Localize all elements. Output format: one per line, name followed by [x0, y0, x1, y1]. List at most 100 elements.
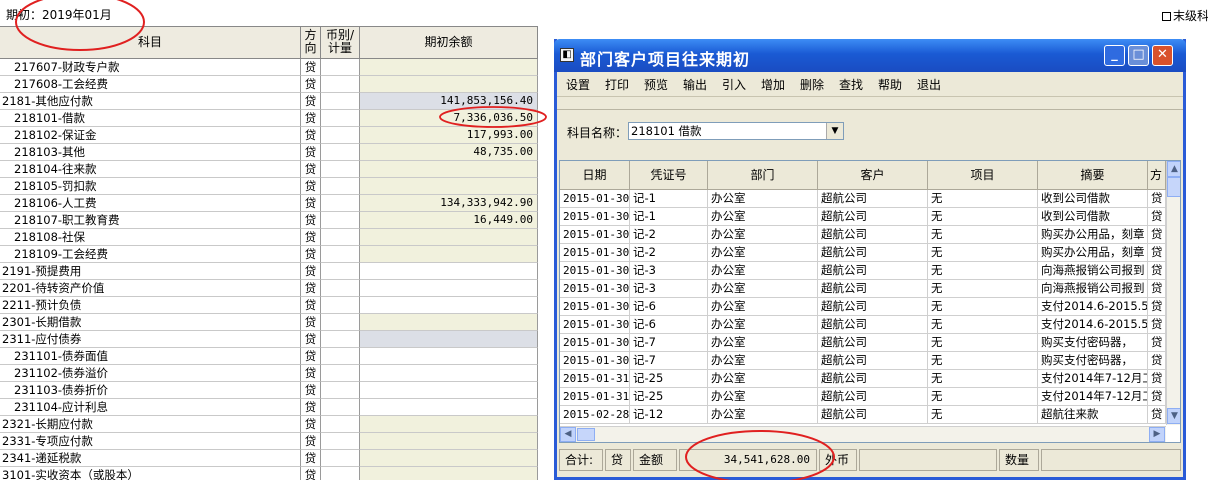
checkbox-box[interactable] [1162, 12, 1171, 21]
grid-cell-voucher[interactable]: 记-12 [630, 406, 708, 424]
grid-cell-project[interactable]: 无 [928, 316, 1038, 334]
ledger-direction-cell[interactable]: 贷 [301, 76, 321, 93]
grid-row[interactable]: 2015-01-31 记-25 办公室 超航公司无支付2014年7-12月工贷 [560, 370, 1166, 388]
ledger-currency-cell[interactable] [321, 93, 360, 110]
ledger-row[interactable]: 2341-递延税款贷 [0, 450, 538, 467]
ledger-row[interactable]: 231101-债券面值贷 [0, 348, 538, 365]
ledger-row[interactable]: 2181-其他应付款贷 141,853,156.40 [0, 93, 538, 110]
grid-cell-dept[interactable]: 办公室 [708, 352, 818, 370]
maximize-button[interactable]: □ [1128, 45, 1149, 66]
grid-cell-dept[interactable]: 办公室 [708, 280, 818, 298]
ledger-row[interactable]: 217607-财政专户款贷 [0, 59, 538, 76]
menu-item-exit[interactable]: 退出 [917, 76, 941, 93]
ledger-subject-cell[interactable]: 217608-工会经费 [0, 76, 301, 93]
grid-cell-date[interactable]: 2015-01-30 [560, 298, 630, 316]
ledger-currency-cell[interactable] [321, 110, 360, 127]
grid-cell-voucher[interactable]: 记-6 [630, 316, 708, 334]
ledger-row[interactable]: 218101-借款贷 7,336,036.50 [0, 110, 538, 127]
grid-header-summary[interactable]: 摘要 [1038, 161, 1148, 190]
ledger-opening-balance-cell[interactable]: 134,333,942.90 [360, 195, 538, 212]
grid-cell-project[interactable]: 无 [928, 262, 1038, 280]
ledger-direction-cell[interactable]: 贷 [301, 450, 321, 467]
ledger-row[interactable]: 231102-债券溢价贷 [0, 365, 538, 382]
ledger-subject-cell[interactable]: 3101-实收资本（或股本） [0, 467, 301, 480]
grid-cell-date[interactable]: 2015-01-30 [560, 226, 630, 244]
grid-cell-voucher[interactable]: 记-6 [630, 298, 708, 316]
grid-cell-dept[interactable]: 办公室 [708, 406, 818, 424]
minimize-button[interactable]: _ [1104, 45, 1125, 66]
grid-cell-customer[interactable]: 超航公司 [818, 226, 928, 244]
ledger-opening-balance-cell[interactable] [360, 229, 538, 246]
grid-cell-direction[interactable]: 贷 [1148, 244, 1166, 262]
ledger-subject-cell[interactable]: 217607-财政专户款 [0, 59, 301, 76]
grid-cell-customer[interactable]: 超航公司 [818, 298, 928, 316]
grid-header-voucher[interactable]: 凭证号 [630, 161, 708, 190]
ledger-currency-cell[interactable] [321, 433, 360, 450]
grid-row[interactable]: 2015-01-30 记-7 办公室 超航公司无购买支付密码器，贷 [560, 334, 1166, 352]
leaf-only-checkbox[interactable]: 末级科 [1162, 7, 1208, 24]
ledger-row[interactable]: 2201-待转资产价值贷 [0, 280, 538, 297]
grid-cell-summary[interactable]: 支付2014.6-2015.5. [1038, 316, 1148, 334]
ledger-row[interactable]: 218107-职工教育费贷 16,449.00 [0, 212, 538, 229]
ledger-direction-cell[interactable]: 贷 [301, 229, 321, 246]
grid-cell-date[interactable]: 2015-01-30 [560, 334, 630, 352]
ledger-direction-cell[interactable]: 贷 [301, 331, 321, 348]
grid-row[interactable]: 2015-01-30 记-1 办公室 超航公司无收到公司借款贷 [560, 208, 1166, 226]
ledger-direction-cell[interactable]: 贷 [301, 195, 321, 212]
ledger-currency-cell[interactable] [321, 314, 360, 331]
ledger-subject-cell[interactable]: 218103-其他 [0, 144, 301, 161]
ledger-direction-cell[interactable]: 贷 [301, 314, 321, 331]
dialog-title-bar[interactable]: ◧ 部门客户项目往来期初 _ □ ✕ [554, 39, 1186, 72]
ledger-opening-balance-cell[interactable] [360, 416, 538, 433]
grid-row[interactable]: 2015-01-30 记-3 办公室 超航公司无向海燕报销公司报到贷 [560, 262, 1166, 280]
ledger-currency-cell[interactable] [321, 450, 360, 467]
ledger-currency-cell[interactable] [321, 365, 360, 382]
grid-cell-project[interactable]: 无 [928, 370, 1038, 388]
grid-cell-voucher[interactable]: 记-3 [630, 280, 708, 298]
grid-cell-direction[interactable]: 贷 [1148, 190, 1166, 208]
ledger-row[interactable]: 218109-工会经费贷 [0, 246, 538, 263]
ledger-currency-cell[interactable] [321, 229, 360, 246]
ledger-opening-balance-cell[interactable] [360, 297, 538, 314]
ledger-row[interactable]: 231103-债券折价贷 [0, 382, 538, 399]
grid-row[interactable]: 2015-01-30 记-3 办公室 超航公司无向海燕报销公司报到贷 [560, 280, 1166, 298]
grid-cell-voucher[interactable]: 记-25 [630, 388, 708, 406]
grid-cell-dept[interactable]: 办公室 [708, 244, 818, 262]
grid-cell-summary[interactable]: 收到公司借款 [1038, 208, 1148, 226]
scroll-left-icon[interactable]: ◀ [560, 427, 576, 442]
ledger-direction-cell[interactable]: 贷 [301, 161, 321, 178]
ledger-row[interactable]: 2301-长期借款贷 [0, 314, 538, 331]
grid-header-date[interactable]: 日期 [560, 161, 630, 190]
menu-item-settings[interactable]: 设置 [566, 76, 590, 93]
close-button[interactable]: ✕ [1152, 45, 1173, 66]
ledger-row[interactable]: 2331-专项应付款贷 [0, 433, 538, 450]
ledger-opening-balance-cell[interactable]: 117,993.00 [360, 127, 538, 144]
grid-cell-summary[interactable]: 向海燕报销公司报到 [1038, 262, 1148, 280]
grid-cell-customer[interactable]: 超航公司 [818, 334, 928, 352]
ledger-subject-cell[interactable]: 218102-保证金 [0, 127, 301, 144]
ledger-row[interactable]: 2311-应付债券贷 [0, 331, 538, 348]
ledger-row[interactable]: 3101-实收资本（或股本）贷 [0, 467, 538, 480]
grid-cell-dept[interactable]: 办公室 [708, 388, 818, 406]
grid-cell-voucher[interactable]: 记-1 [630, 208, 708, 226]
ledger-opening-balance-cell[interactable] [360, 331, 538, 348]
grid-cell-voucher[interactable]: 记-2 [630, 244, 708, 262]
ledger-subject-cell[interactable]: 2331-专项应付款 [0, 433, 301, 450]
ledger-opening-balance-cell[interactable]: 141,853,156.40 [360, 93, 538, 110]
chevron-down-icon[interactable]: ▼ [826, 123, 843, 139]
grid-cell-date[interactable]: 2015-02-28 [560, 406, 630, 424]
grid-row[interactable]: 2015-01-30 记-6 办公室 超航公司无支付2014.6-2015.5. 贷 [560, 298, 1166, 316]
grid-cell-customer[interactable]: 超航公司 [818, 370, 928, 388]
ledger-currency-cell[interactable] [321, 467, 360, 480]
ledger-opening-balance-cell[interactable] [360, 76, 538, 93]
grid-cell-dept[interactable]: 办公室 [708, 190, 818, 208]
ledger-currency-cell[interactable] [321, 382, 360, 399]
scroll-thumb[interactable] [1167, 177, 1180, 197]
grid-header-direction[interactable]: 方 [1148, 161, 1166, 190]
ledger-direction-cell[interactable]: 贷 [301, 93, 321, 110]
grid-cell-project[interactable]: 无 [928, 352, 1038, 370]
ledger-row[interactable]: 218108-社保贷 [0, 229, 538, 246]
horizontal-scrollbar[interactable]: ◀ ▶ [560, 426, 1166, 442]
column-header-opening-balance[interactable]: 期初余额 [360, 27, 538, 59]
grid-cell-date[interactable]: 2015-01-30 [560, 352, 630, 370]
